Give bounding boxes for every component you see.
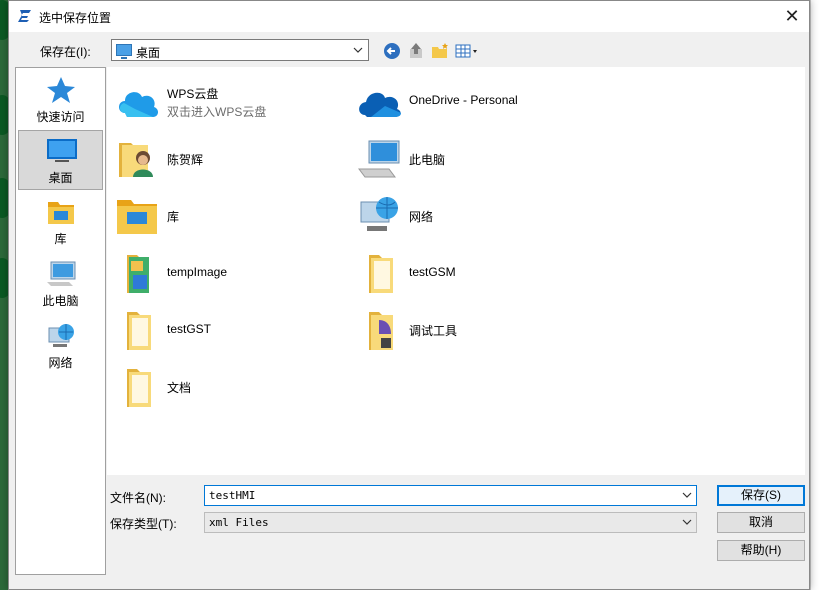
desktop-icon: [116, 44, 132, 59]
list-item[interactable]: 此电脑: [357, 135, 577, 185]
places-bar: 快速访问 桌面 库 此电脑 网络: [15, 67, 106, 575]
computer-icon: [358, 140, 400, 178]
save-button[interactable]: 保存(S): [717, 485, 805, 506]
list-item[interactable]: OneDrive - Personal: [357, 77, 577, 127]
save-in-label: 保存在(I):: [40, 45, 91, 59]
new-folder-icon[interactable]: [430, 41, 450, 61]
save-in-value: 桌面: [136, 46, 161, 60]
view-menu-icon[interactable]: [454, 41, 480, 61]
title-bar: 选中保存位置 ✕: [9, 1, 809, 32]
star-icon: [47, 77, 75, 103]
cloud-icon: [359, 92, 401, 117]
folder-icon: [369, 255, 393, 293]
list-item[interactable]: 网络: [357, 192, 577, 242]
computer-icon: [47, 261, 76, 286]
library-icon: [117, 200, 157, 234]
user-folder-icon: [119, 143, 153, 177]
folder-icon: [127, 369, 151, 407]
filetype-select[interactable]: xml Files: [204, 512, 697, 533]
place-quick-access[interactable]: 快速访问: [18, 70, 103, 130]
list-item[interactable]: 调试工具: [357, 306, 577, 356]
list-item[interactable]: testGST: [115, 306, 335, 356]
image-folder-icon: [127, 255, 149, 293]
background-window-right: [810, 0, 819, 590]
list-item[interactable]: testGSM: [357, 249, 577, 299]
chevron-down-icon[interactable]: [680, 487, 694, 503]
list-item[interactable]: 陈贺辉: [115, 135, 335, 185]
cancel-button[interactable]: 取消: [717, 512, 805, 533]
filename-input[interactable]: testHMI: [204, 485, 697, 506]
filetype-value: xml Files: [209, 516, 269, 529]
chevron-down-icon[interactable]: [680, 514, 694, 530]
filename-value: testHMI: [209, 489, 256, 502]
list-item[interactable]: 文档: [115, 363, 335, 413]
network-icon: [48, 324, 74, 347]
list-item[interactable]: 库: [115, 192, 335, 242]
cloud-icon: [119, 92, 159, 117]
list-item[interactable]: WPS云盘 双击进入WPS云盘: [115, 77, 335, 127]
back-arrow-icon[interactable]: [382, 41, 402, 61]
close-button[interactable]: ✕: [775, 1, 809, 32]
up-folder-icon[interactable]: [406, 41, 426, 61]
desktop-icon: [47, 139, 77, 162]
app-logo-icon: [18, 10, 31, 22]
save-in-combobox[interactable]: 桌面: [111, 39, 369, 61]
filetype-label: 保存类型(T):: [110, 517, 177, 531]
chevron-down-icon[interactable]: [350, 41, 366, 59]
save-dialog: 选中保存位置 ✕ 保存在(I): 桌面 快速访问 桌面 库 此电脑 网络 WPS…: [8, 0, 810, 590]
place-library[interactable]: 库: [18, 192, 103, 252]
place-this-pc[interactable]: 此电脑: [18, 254, 103, 314]
place-network[interactable]: 网络: [18, 316, 103, 376]
file-list-view: WPS云盘 双击进入WPS云盘 OneDrive - Personal 陈贺辉: [107, 67, 805, 475]
network-icon: [360, 197, 398, 231]
dialog-title: 选中保存位置: [39, 11, 112, 25]
help-button[interactable]: 帮助(H): [717, 540, 805, 561]
filename-label: 文件名(N):: [110, 491, 166, 505]
library-icon: [48, 202, 74, 224]
place-desktop[interactable]: 桌面: [18, 130, 103, 190]
list-item[interactable]: tempImage: [115, 249, 335, 299]
folder-icon: [127, 312, 151, 350]
tools-folder-icon: [369, 312, 393, 350]
